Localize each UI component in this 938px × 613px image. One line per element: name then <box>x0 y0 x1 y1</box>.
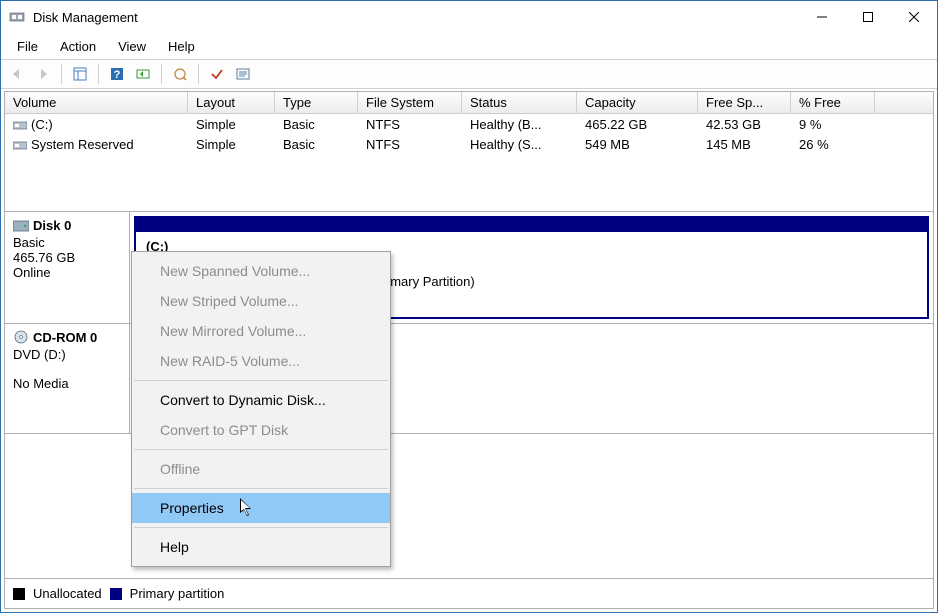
col-type[interactable]: Type <box>275 92 358 113</box>
disk-management-window: Disk Management File Action View Help ? … <box>0 0 938 613</box>
disk-size: 465.76 GB <box>13 250 121 265</box>
vol-fs: NTFS <box>358 135 462 154</box>
context-menu-item[interactable]: Help <box>132 532 390 562</box>
volume-row[interactable]: System Reserved Simple Basic NTFS Health… <box>5 134 933 154</box>
col-pct-free[interactable]: % Free <box>791 92 875 113</box>
back-button <box>5 63 29 85</box>
col-capacity[interactable]: Capacity <box>577 92 698 113</box>
cd-icon <box>13 330 29 347</box>
vol-pct: 9 % <box>791 115 875 134</box>
legend-unallocated: Unallocated <box>33 586 102 601</box>
maximize-button[interactable] <box>845 2 891 32</box>
menu-action[interactable]: Action <box>50 36 106 57</box>
vol-free: 145 MB <box>698 135 791 154</box>
settings-button[interactable] <box>231 63 255 85</box>
disk-state: Online <box>13 265 121 280</box>
vol-layout: Simple <box>188 135 275 154</box>
volumes-body: (C:) Simple Basic NTFS Healthy (B... 465… <box>5 114 933 211</box>
vol-capacity: 465.22 GB <box>577 115 698 134</box>
context-menu-separator <box>134 527 388 528</box>
col-filesystem[interactable]: File System <box>358 92 462 113</box>
disk-kind: Basic <box>13 235 121 250</box>
svg-text:?: ? <box>114 69 121 81</box>
menu-file[interactable]: File <box>7 36 48 57</box>
close-button[interactable] <box>891 2 937 32</box>
context-menu-separator <box>134 449 388 450</box>
legend-primary: Primary partition <box>130 586 225 601</box>
forward-button <box>31 63 55 85</box>
context-menu-item: Convert to GPT Disk <box>132 415 390 445</box>
col-status[interactable]: Status <box>462 92 577 113</box>
context-menu-item: New Mirrored Volume... <box>132 316 390 346</box>
help-button[interactable]: ? <box>105 63 129 85</box>
col-volume[interactable]: Volume <box>5 92 188 113</box>
disk-name: CD-ROM 0 <box>33 330 97 345</box>
vol-name: (C:) <box>5 115 188 134</box>
refresh-button[interactable] <box>131 63 155 85</box>
toolbar: ? <box>1 59 937 89</box>
cursor-icon <box>240 498 256 518</box>
disk-state: No Media <box>13 376 121 391</box>
volumes-header: Volume Layout Type File System Status Ca… <box>5 92 933 114</box>
toolbar-separator <box>98 64 99 84</box>
window-controls <box>799 2 937 32</box>
legend: Unallocated Primary partition <box>5 578 933 608</box>
vol-capacity: 549 MB <box>577 135 698 154</box>
vol-type: Basic <box>275 115 358 134</box>
vol-pct: 26 % <box>791 135 875 154</box>
context-menu-separator <box>134 488 388 489</box>
vol-status: Healthy (B... <box>462 115 577 134</box>
window-title: Disk Management <box>33 10 799 25</box>
minimize-button[interactable] <box>799 2 845 32</box>
unallocated-swatch <box>13 588 25 600</box>
rescan-button[interactable] <box>168 63 192 85</box>
menu-help[interactable]: Help <box>158 36 205 57</box>
vol-free: 42.53 GB <box>698 115 791 134</box>
disk-info[interactable]: Disk 0 Basic 465.76 GB Online <box>5 212 130 323</box>
col-free[interactable]: Free Sp... <box>698 92 791 113</box>
show-hide-console-tree-button[interactable] <box>68 63 92 85</box>
context-menu-separator <box>134 380 388 381</box>
toolbar-separator <box>61 64 62 84</box>
context-menu-item: New Spanned Volume... <box>132 256 390 286</box>
toolbar-separator <box>161 64 162 84</box>
context-menu-item: New Striped Volume... <box>132 286 390 316</box>
vol-status: Healthy (S... <box>462 135 577 154</box>
context-menu-item: Offline <box>132 454 390 484</box>
menubar: File Action View Help <box>1 33 937 59</box>
menu-view[interactable]: View <box>108 36 156 57</box>
vol-layout: Simple <box>188 115 275 134</box>
context-menu-item: New RAID-5 Volume... <box>132 346 390 376</box>
vol-name: System Reserved <box>5 135 188 154</box>
disk-info[interactable]: CD-ROM 0 DVD (D:) No Media <box>5 324 130 433</box>
col-layout[interactable]: Layout <box>188 92 275 113</box>
partition-header <box>136 218 927 232</box>
toolbar-separator <box>198 64 199 84</box>
context-menu-item[interactable]: Properties <box>132 493 390 523</box>
volume-row[interactable]: (C:) Simple Basic NTFS Healthy (B... 465… <box>5 114 933 134</box>
vol-fs: NTFS <box>358 115 462 134</box>
volumes-pane: Volume Layout Type File System Status Ca… <box>5 92 933 212</box>
context-menu: New Spanned Volume...New Striped Volume.… <box>131 251 391 567</box>
titlebar[interactable]: Disk Management <box>1 1 937 33</box>
primary-swatch <box>110 588 122 600</box>
vol-type: Basic <box>275 135 358 154</box>
disk-kind: DVD (D:) <box>13 347 121 362</box>
hdd-icon <box>13 220 29 235</box>
disk-name: Disk 0 <box>33 218 71 233</box>
check-button[interactable] <box>205 63 229 85</box>
context-menu-item[interactable]: Convert to Dynamic Disk... <box>132 385 390 415</box>
app-icon <box>9 9 25 25</box>
